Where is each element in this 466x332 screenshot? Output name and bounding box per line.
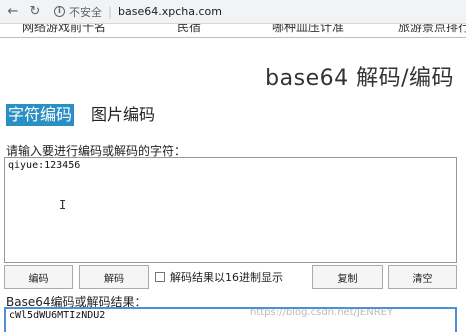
url-text[interactable]: base64.xpcha.com: [118, 5, 222, 18]
encode-button[interactable]: 编码: [4, 265, 73, 289]
tab-text-encoding[interactable]: 字符编码: [6, 104, 75, 126]
back-arrow-icon[interactable]: ←: [2, 1, 24, 23]
info-icon[interactable]: i: [54, 6, 65, 17]
browser-window: ← ↻ i 不安全 | base64.xpcha.com 网络游戏前十名 民宿 …: [0, 0, 466, 332]
omnibox[interactable]: i 不安全 | base64.xpcha.com: [54, 3, 222, 21]
url-separator: |: [108, 4, 113, 19]
hex-checkbox[interactable]: [155, 272, 165, 282]
top-link-bar: 网络游戏前十名 民宿 哪种血压计准 旅游景点排行: [0, 24, 466, 38]
hex-display-option[interactable]: 解码结果以16进制显示: [155, 265, 283, 289]
tab-image-encoding[interactable]: 图片编码: [89, 104, 157, 126]
result-value[interactable]: cWl5dWU6MTIzNDU2: [9, 310, 105, 321]
top-link[interactable]: 网络游戏前十名: [22, 24, 106, 35]
decode-button[interactable]: 解码: [79, 265, 149, 289]
page-title: base64 解码/编码: [265, 66, 454, 91]
top-link[interactable]: 哪种血压计准: [272, 24, 344, 35]
top-link[interactable]: 民宿: [177, 24, 201, 35]
reload-icon[interactable]: ↻: [24, 1, 46, 23]
input-textarea[interactable]: qiyue:123456 I: [4, 157, 457, 263]
text-cursor-icon: I: [59, 198, 67, 212]
address-bar: ← ↻ i 不安全 | base64.xpcha.com: [0, 0, 466, 24]
security-status[interactable]: 不安全: [69, 4, 102, 20]
copy-button[interactable]: 复制: [312, 265, 383, 289]
top-link[interactable]: 旅游景点排行: [398, 24, 466, 35]
hex-option-label[interactable]: 解码结果以16进制显示: [170, 269, 283, 285]
clear-button[interactable]: 清空: [388, 265, 457, 289]
input-value[interactable]: qiyue:123456: [8, 160, 80, 171]
result-textarea[interactable]: cWl5dWU6MTIzNDU2: [4, 307, 457, 332]
